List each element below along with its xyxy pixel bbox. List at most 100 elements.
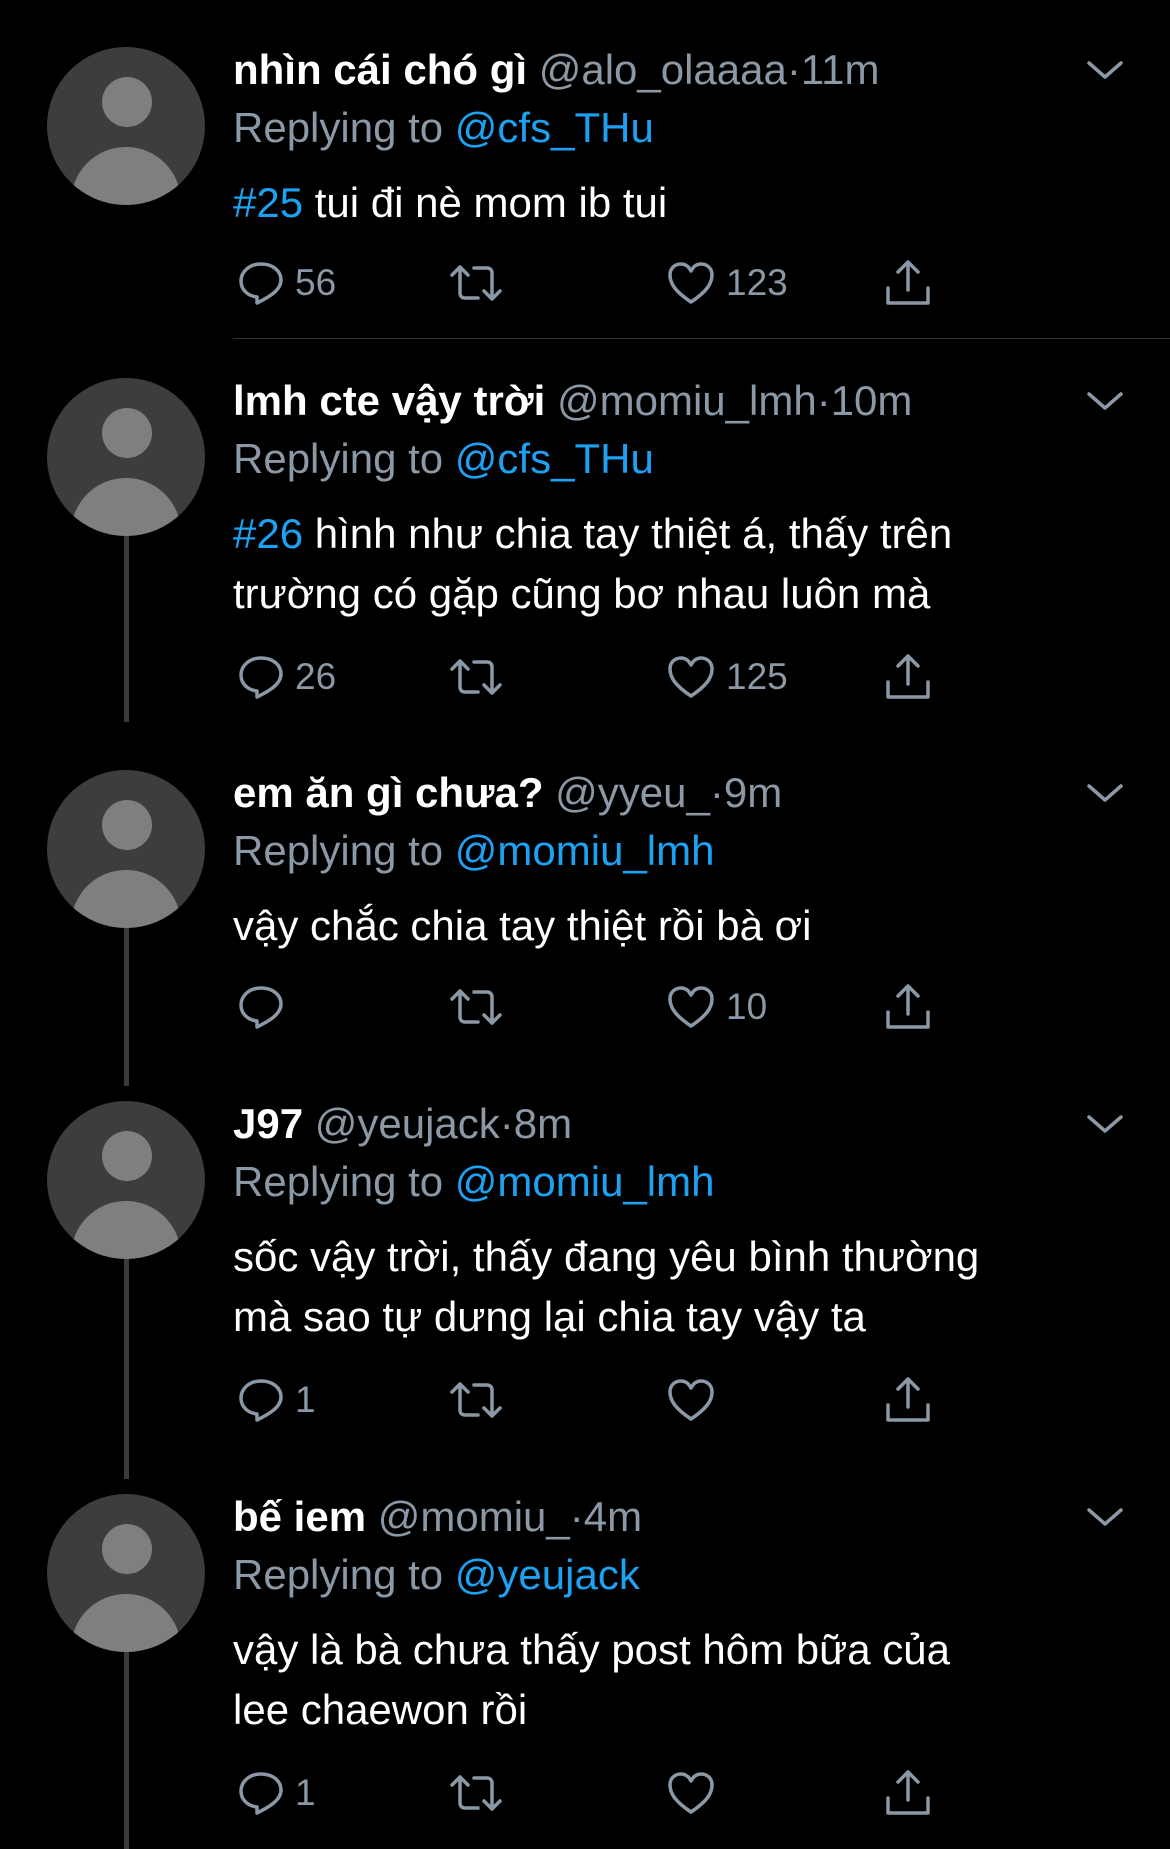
share-button[interactable] [882, 1370, 934, 1430]
retweet-icon [450, 1775, 502, 1811]
reply-count: 1 [295, 1379, 316, 1420]
replying-to: Replying to @cfs_THu [233, 104, 654, 151]
like-button[interactable]: 10 [666, 977, 767, 1037]
separator-dot: · [786, 46, 801, 93]
timestamp[interactable]: 10m [831, 377, 913, 424]
mention-link[interactable]: @cfs_THu [455, 104, 654, 151]
display-name[interactable]: nhìn cái chó gì [233, 46, 527, 93]
mention-link[interactable]: @momiu_lmh [455, 1158, 715, 1205]
chevron-down-icon[interactable] [1085, 1502, 1125, 1532]
chevron-down-icon[interactable] [1085, 55, 1125, 85]
display-name[interactable]: em ăn gì chưa? [233, 769, 544, 816]
replying-to: Replying to @momiu_lmh [233, 1158, 715, 1205]
share-icon [886, 1377, 930, 1422]
retweet-button[interactable] [448, 253, 504, 313]
tweet-header: bế iem @momiu_·4m [233, 1487, 642, 1547]
heart-icon [668, 262, 714, 304]
tweet-actions: 1 [233, 1763, 1133, 1823]
reply-count: 1 [295, 1772, 316, 1813]
replying-to: Replying to @cfs_THu [233, 435, 654, 482]
chevron-down-icon[interactable] [1085, 1109, 1125, 1139]
chevron-down-icon[interactable] [1085, 386, 1125, 416]
retweet-icon [450, 265, 502, 301]
user-handle[interactable]: @yeujack [315, 1100, 500, 1147]
share-icon [886, 654, 930, 699]
like-button[interactable] [666, 1763, 726, 1823]
like-button[interactable]: 123 [666, 253, 788, 313]
display-name[interactable]: bế iem [233, 1493, 366, 1540]
reply-icon [239, 1379, 283, 1422]
share-button[interactable] [882, 977, 934, 1037]
user-handle[interactable]: @momiu_ [378, 1493, 570, 1540]
user-handle[interactable]: @momiu_lmh [557, 377, 817, 424]
mention-link[interactable]: @momiu_lmh [455, 827, 715, 874]
reply-button[interactable]: 26 [237, 647, 336, 707]
tweet-header: lmh cte vậy trời @momiu_lmh·10m [233, 371, 912, 431]
replying-to: Replying to @momiu_lmh [233, 827, 715, 874]
tweet-text: vậy là bà chưa thấy post hôm bữa của lee… [233, 1626, 950, 1733]
avatar[interactable] [47, 47, 205, 205]
retweet-icon [450, 989, 502, 1025]
thread-line [124, 522, 129, 722]
heart-icon [668, 986, 714, 1028]
heart-icon [668, 1772, 714, 1814]
reply-button[interactable]: 1 [237, 1763, 316, 1823]
share-button[interactable] [882, 647, 934, 707]
share-icon [886, 260, 930, 305]
timestamp[interactable]: 11m [801, 46, 880, 93]
tweet-actions: 56 123 [233, 253, 1133, 313]
like-count: 125 [726, 656, 788, 697]
divider [233, 338, 1170, 339]
retweet-button[interactable] [448, 977, 504, 1037]
tweet-header: J97 @yeujack·8m [233, 1094, 572, 1154]
tweet-actions: 26 125 [233, 647, 1133, 707]
thread-line [124, 1249, 129, 1479]
reply-icon [239, 656, 283, 699]
separator-dot: · [816, 377, 831, 424]
reply-button[interactable] [237, 977, 295, 1037]
share-icon [886, 1770, 930, 1815]
separator-dot: · [569, 1493, 584, 1540]
avatar[interactable] [47, 1494, 205, 1652]
mention-link[interactable]: @yeujack [455, 1551, 640, 1598]
like-button[interactable]: 125 [666, 647, 788, 707]
replying-to: Replying to @yeujack [233, 1551, 640, 1598]
retweet-button[interactable] [448, 647, 504, 707]
avatar[interactable] [47, 378, 205, 536]
reply-button[interactable]: 56 [237, 253, 336, 313]
heart-icon [668, 1379, 714, 1421]
share-button[interactable] [882, 253, 934, 313]
avatar[interactable] [47, 770, 205, 928]
timestamp[interactable]: 8m [514, 1100, 572, 1147]
heart-icon [668, 656, 714, 698]
hashtag-link[interactable]: #26 [233, 510, 303, 557]
tweet-text: #25 tui đi nè mom ib tui [233, 179, 668, 226]
share-button[interactable] [882, 1763, 934, 1823]
reply-button[interactable]: 1 [237, 1370, 316, 1430]
tweet-header: em ăn gì chưa? @yyeu_·9m [233, 763, 782, 823]
timestamp[interactable]: 9m [724, 769, 782, 816]
display-name[interactable]: J97 [233, 1100, 303, 1147]
like-count: 123 [726, 262, 788, 303]
like-button[interactable] [666, 1370, 726, 1430]
tweet-text: sốc vậy trời, thấy đang yêu bình thường … [233, 1233, 980, 1340]
separator-dot: · [499, 1100, 514, 1147]
user-handle[interactable]: @alo_olaaaa [539, 46, 787, 93]
retweet-button[interactable] [448, 1370, 504, 1430]
mention-link[interactable]: @cfs_THu [455, 435, 654, 482]
tweet-actions: 10 [233, 977, 1133, 1037]
reply-count: 56 [295, 262, 337, 303]
like-count: 10 [726, 986, 768, 1027]
reply-icon [239, 1772, 283, 1815]
hashtag-link[interactable]: #25 [233, 179, 303, 226]
chevron-down-icon[interactable] [1085, 778, 1125, 808]
tweet-header: nhìn cái chó gì @alo_olaaaa·11m [233, 40, 879, 100]
avatar[interactable] [47, 1101, 205, 1259]
user-handle[interactable]: @yyeu_ [555, 769, 710, 816]
display-name[interactable]: lmh cte vậy trời [233, 377, 545, 424]
retweet-button[interactable] [448, 1763, 504, 1823]
timestamp[interactable]: 4m [584, 1493, 642, 1540]
retweet-icon [450, 659, 502, 695]
tweet-actions: 1 [233, 1370, 1133, 1430]
separator-dot: · [709, 769, 724, 816]
